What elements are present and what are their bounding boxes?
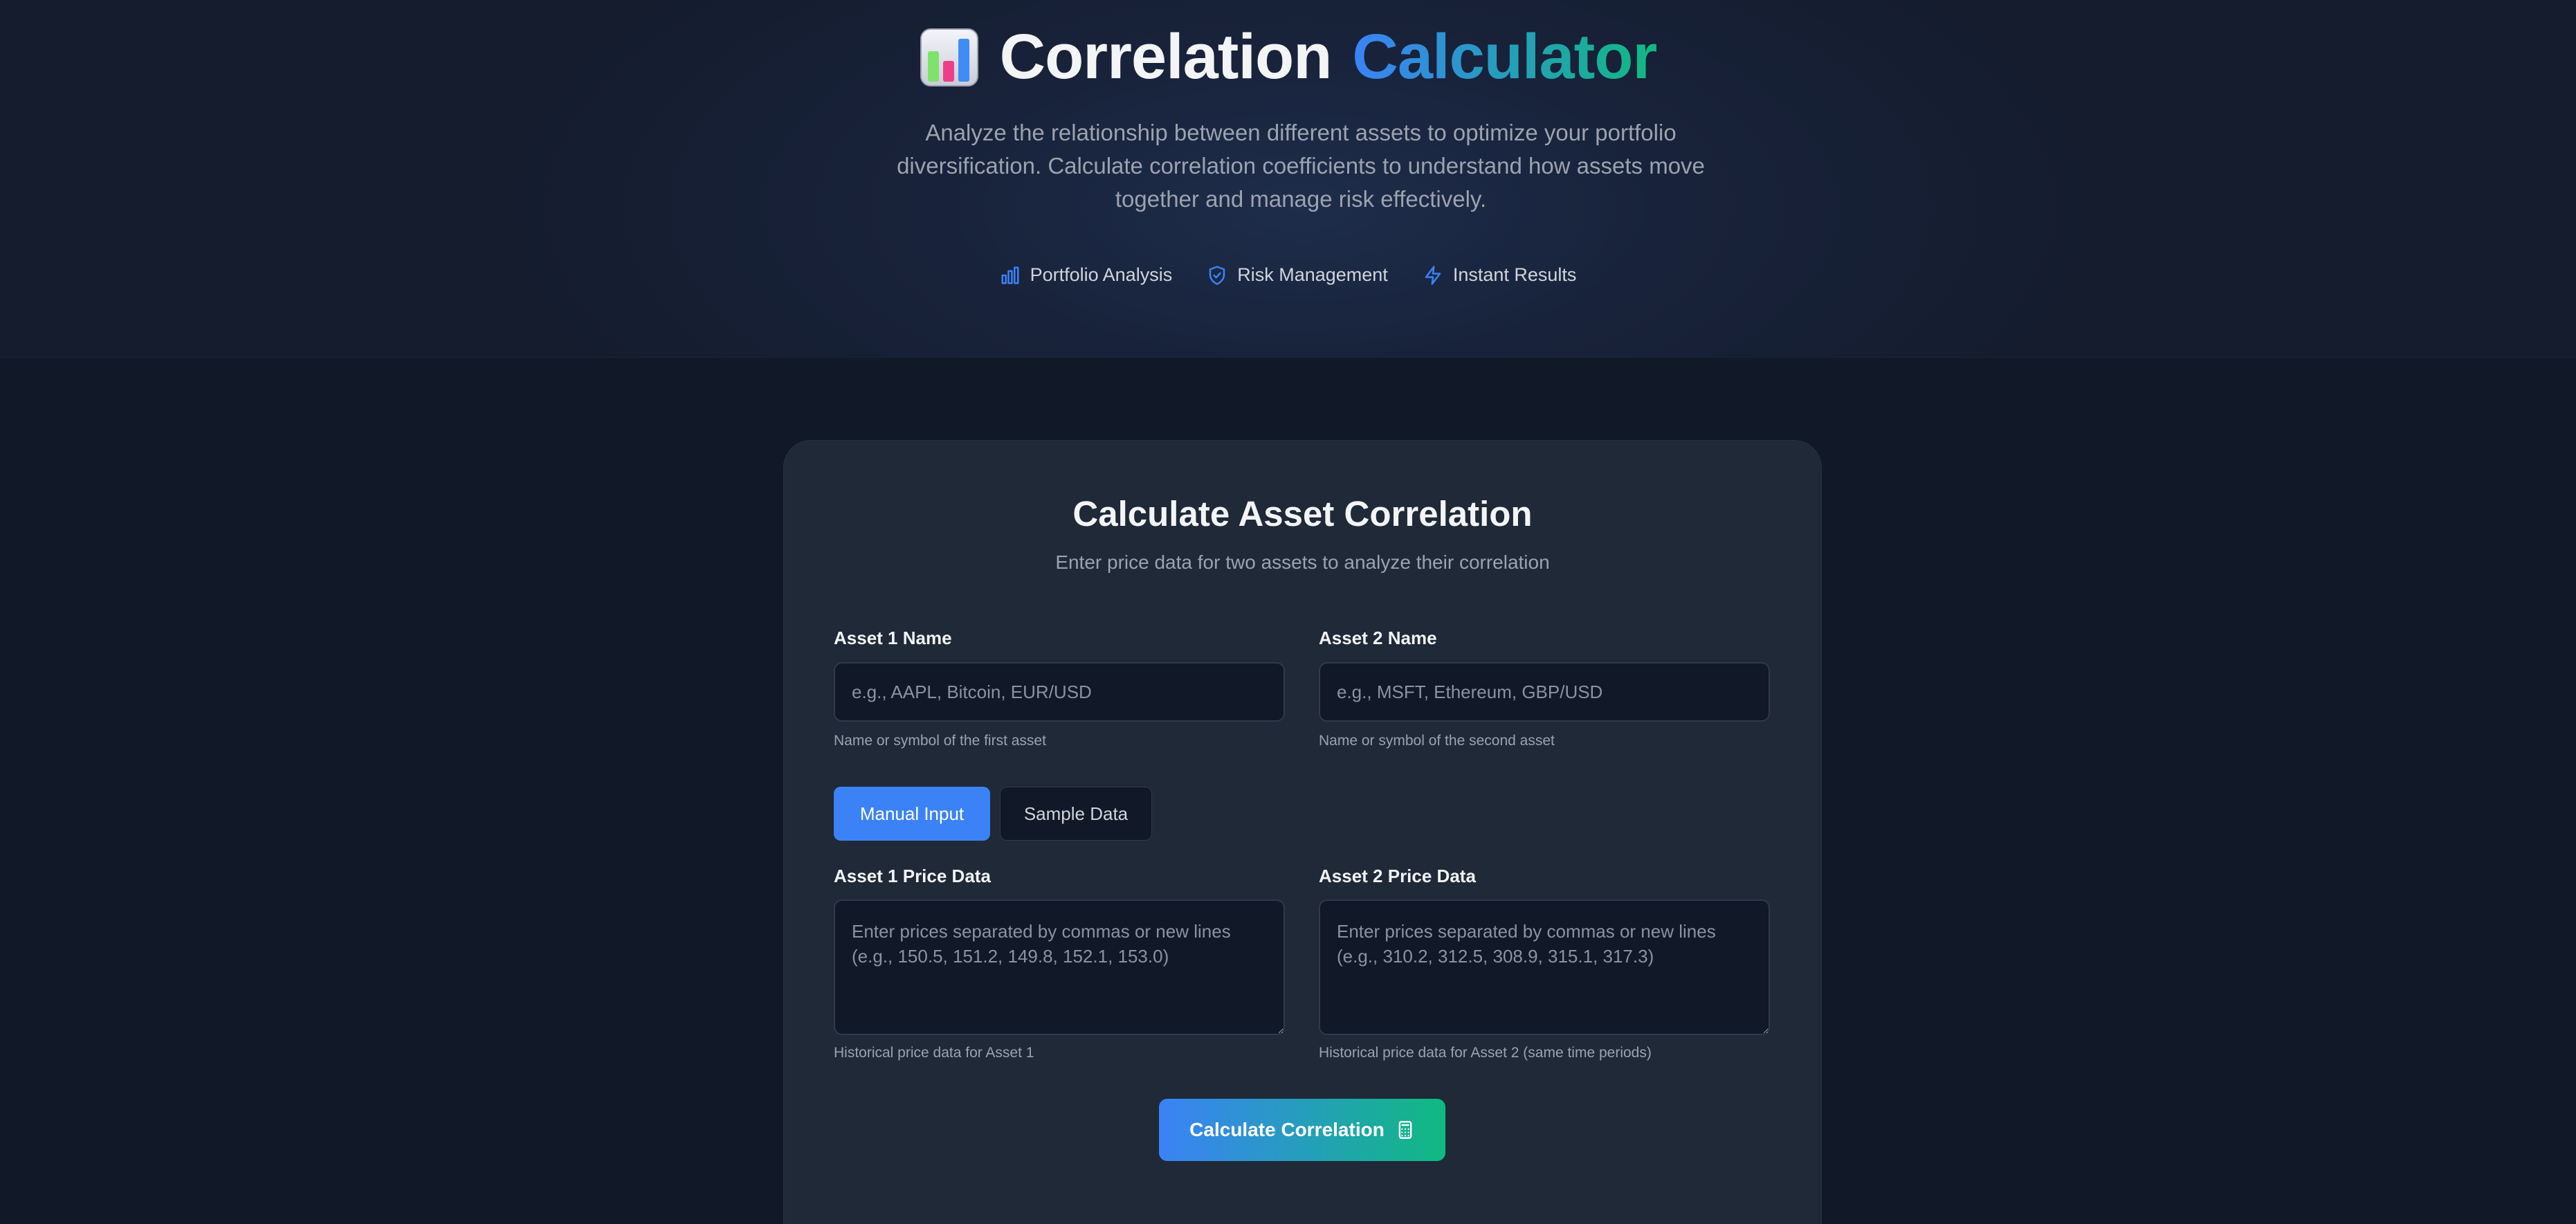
lightning-icon — [1425, 265, 1441, 285]
feature-portfolio-analysis: Portfolio Analysis — [1000, 264, 1173, 286]
asset2-name-label: Asset 2 Name — [1319, 628, 1437, 648]
bar-chart-emoji-icon — [920, 28, 978, 86]
card-title: Calculate Asset Correlation — [1072, 494, 1533, 533]
calculator-icon — [1398, 1121, 1412, 1139]
calculate-button-label: Calculate Correlation — [1189, 1119, 1385, 1140]
asset2-name-input[interactable] — [1319, 662, 1770, 722]
asset1-price-label: Asset 1 Price Data — [834, 866, 991, 886]
card-subtitle: Enter price data for two assets to analy… — [1055, 551, 1550, 573]
calculate-correlation-button[interactable]: Calculate Correlation — [1159, 1099, 1445, 1161]
feature-label: Instant Results — [1452, 264, 1577, 285]
feature-label: Risk Management — [1237, 264, 1388, 285]
asset2-name-hint: Name or symbol of the second asset — [1319, 733, 1555, 749]
asset1-name-hint: Name or symbol of the first asset — [834, 733, 1046, 749]
asset2-price-label: Asset 2 Price Data — [1319, 866, 1476, 886]
feature-label: Portfolio Analysis — [1030, 264, 1173, 285]
asset1-name-label: Asset 1 Name — [834, 628, 952, 648]
bar-chart-icon — [1001, 266, 1019, 284]
hero-subtitle: Analyze the relationship between differe… — [897, 120, 1705, 212]
shield-check-icon — [1209, 265, 1225, 285]
page-title: Correlation Calculator — [0, 21, 2576, 93]
title-accent: Calculator — [1352, 21, 1657, 92]
asset1-price-hint: Historical price data for Asset 1 — [834, 1045, 1034, 1061]
asset1-name-input[interactable] — [834, 662, 1285, 722]
feature-risk-management: Risk Management — [1207, 264, 1388, 286]
feature-instant-results: Instant Results — [1423, 264, 1577, 286]
asset2-price-textarea[interactable] — [1319, 899, 1770, 1035]
title-main: Correlation — [999, 21, 1333, 92]
calculator-card: Calculate Asset Correlation Enter price … — [783, 440, 1822, 1224]
asset2-price-hint: Historical price data for Asset 2 (same … — [1319, 1045, 1652, 1061]
sample-data-tab[interactable]: Sample Data — [1000, 787, 1152, 841]
feature-list: Portfolio Analysis Risk Management Insta… — [0, 264, 2576, 286]
hero-header: Correlation Calculator Analyze the relat… — [0, 0, 2576, 358]
asset1-price-textarea[interactable] — [834, 899, 1285, 1035]
manual-input-tab[interactable]: Manual Input — [834, 787, 990, 841]
